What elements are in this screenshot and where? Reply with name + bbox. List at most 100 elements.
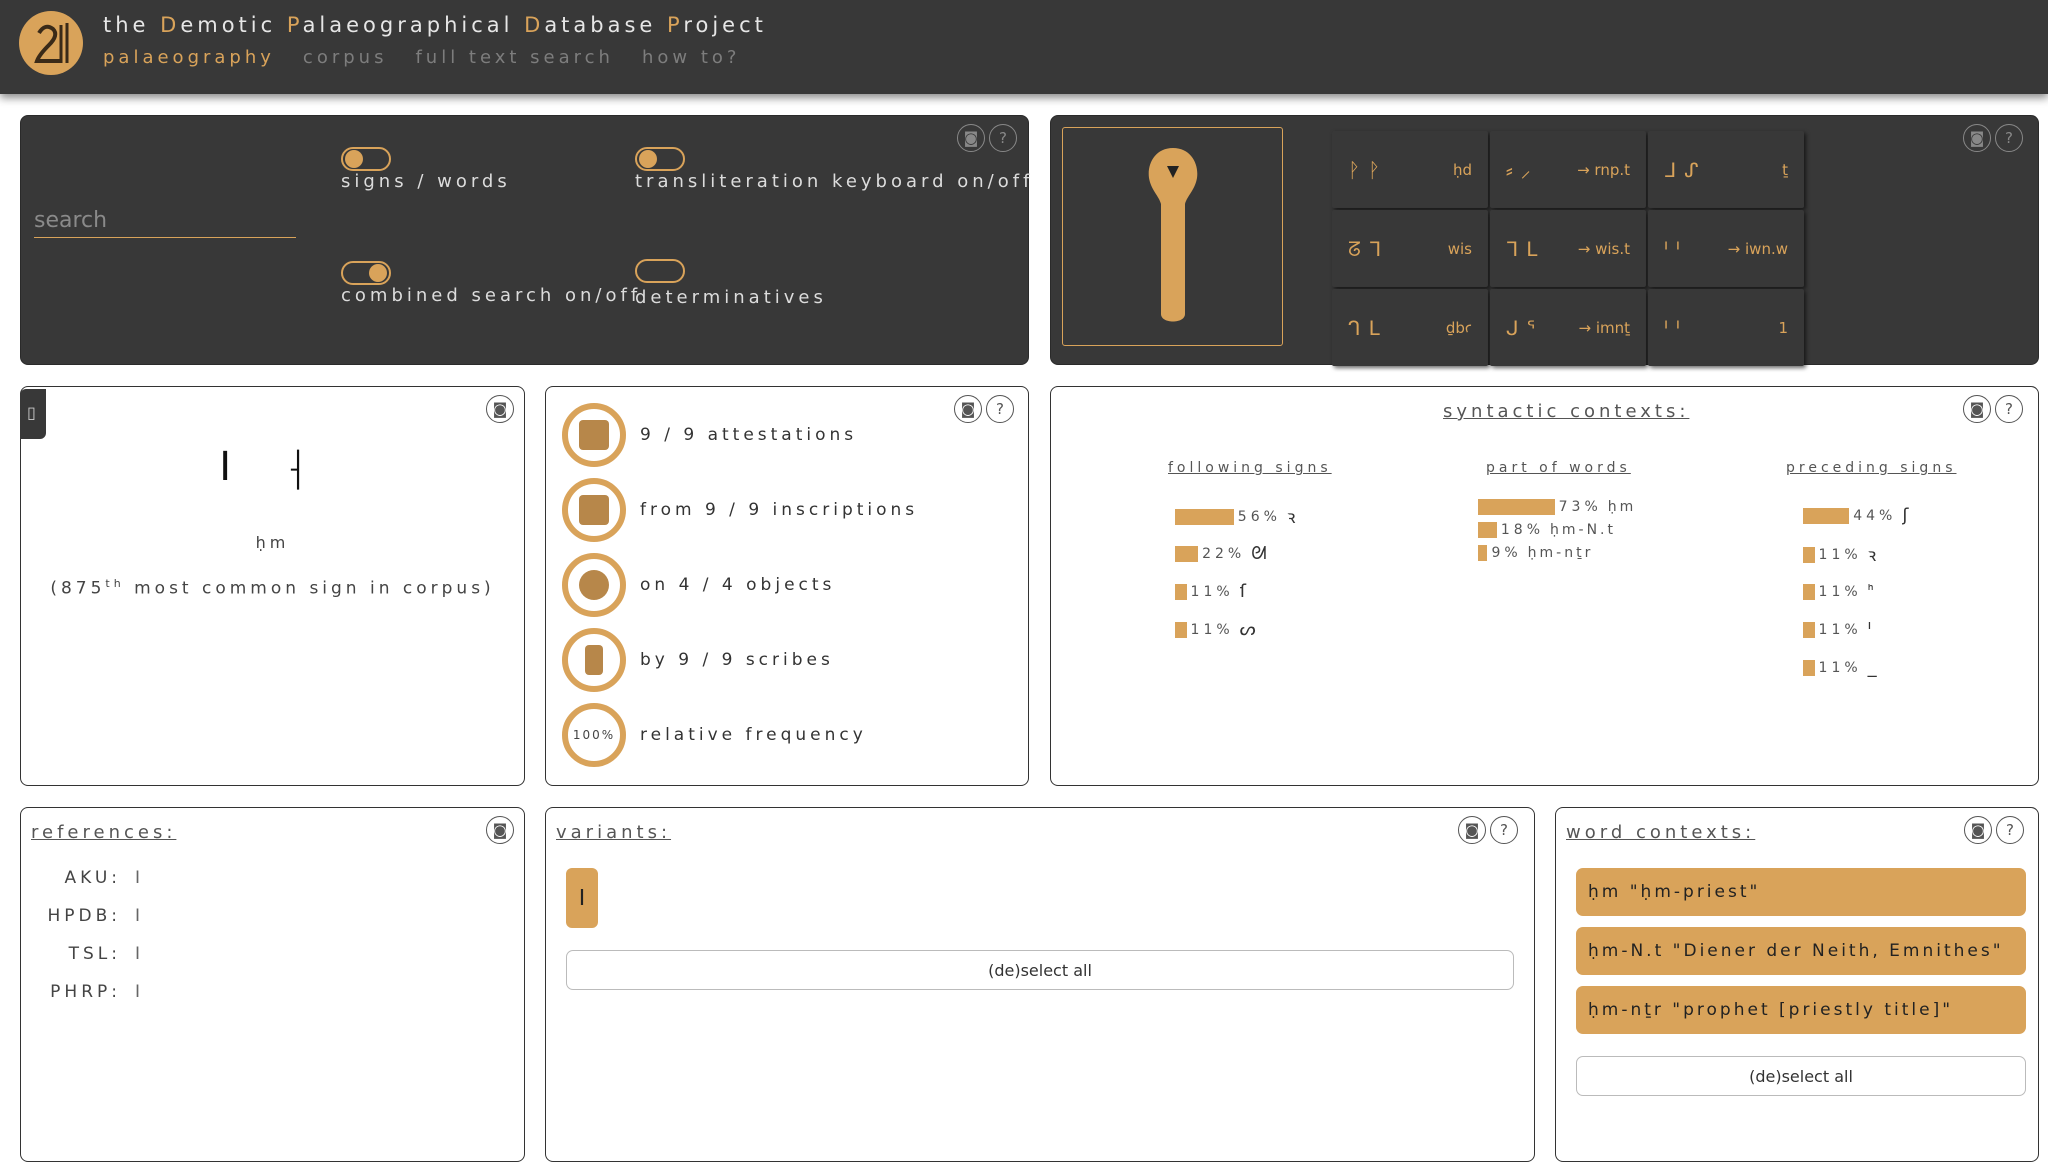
sign-glyphs: ᑊᑊ [1664,315,1688,340]
objects-icon [562,553,626,617]
part-of-words-title[interactable]: part of words [1486,460,1631,476]
search-input[interactable] [34,204,296,238]
title-part: atabase [544,13,668,37]
translit-keyboard-toggle[interactable] [635,147,685,171]
variants-panel: ◙ ? variants: ⵏ (de)select all [545,807,1535,1162]
reference-value[interactable]: ⵏ [135,944,144,964]
preceding-row[interactable]: 11% ᑊ [1803,619,1871,640]
sign-grid: ᚹᚹ ḥd ⸗⸝ → rnp.t ᒧᔑ ṯ ᘔᒣ wis ᒣᒪ → wis.t ᑊᑊ → iwn.w ᒉ… [1332,131,1804,366]
help-icon[interactable]: ? [1996,816,2024,844]
title-part: roject [683,13,767,37]
sign-grid-cell[interactable]: ᑊᑊ → iwn.w [1648,210,1804,287]
preceding-row[interactable]: 11% ᑋ [1803,581,1874,602]
syntactic-title: syntactic contexts: [1443,401,1690,422]
reference-value[interactable]: ⵏ [135,906,144,926]
reference-row: AKU: ⵏ [37,868,144,888]
word-context-item[interactable]: ḥm "ḥm-priest" [1576,868,2026,916]
nav-item-corpus[interactable]: corpus [303,47,388,68]
reference-key: AKU: [64,868,121,888]
sign-grid-cell[interactable]: ᒉᒪ ḏbꜥ [1332,289,1488,366]
reference-value[interactable]: ⵏ [135,982,144,1002]
preceding-row[interactable]: 11% ꝛ [1803,543,1876,567]
reference-row: PHRP: ⵏ [37,982,144,1002]
preceding-bar [1803,659,1815,676]
nav-item-how-to[interactable]: how to? [642,47,741,68]
sign-glyphs: ᑊᑊ [1664,236,1688,261]
preceding-pct: 11% [1818,583,1862,600]
sign-grid-cell[interactable]: ᒧᔑ ṯ [1648,131,1804,208]
preceding-row[interactable]: 11% _ [1803,657,1877,678]
following-bar [1175,545,1199,562]
determinatives-toggle[interactable] [635,259,685,283]
main-nav: palaeography corpus full text search how to… [103,47,768,68]
title-part: D [160,13,181,37]
preceding-row[interactable]: 44% ʃ [1803,505,1908,526]
camera-icon[interactable]: ◙ [957,124,985,152]
camera-icon[interactable]: ◙ [1963,395,1991,423]
stat-attestations[interactable]: 9 / 9 attestations [562,403,857,467]
words-bar [1478,545,1488,561]
words-row[interactable]: 73% ḥm [1478,499,1636,515]
following-pct: 11% [1190,583,1234,600]
preceding-glyph: _ [1867,657,1877,678]
header-bar: the Demotic Palaeographical Database Pro… [0,0,2048,94]
variants-deselect-button[interactable]: (de)select all [566,950,1514,990]
camera-icon[interactable]: ◙ [1458,816,1486,844]
sign-glyphs: ᘔᒣ [1348,236,1390,261]
attestations-icon [562,403,626,467]
frequency-ring: 100% [562,703,626,767]
words-row[interactable]: 9% ḥm-nṯr [1478,545,1593,561]
reference-key: HPDB: [47,906,121,926]
sign-selector-panel: ◙ ? ᚹᚹ ḥd ⸗⸝ → rnp.t ᒧᔑ ṯ ᘔᒣ wis ᒣᒪ → wis.t ᑊᑊ → iw… [1050,115,2039,366]
stat-scribes[interactable]: by 9 / 9 scribes [562,628,834,692]
stat-label: 9 / 9 attestations [640,425,858,445]
sign-grid-cell[interactable]: ᒣᒪ → wis.t [1490,210,1646,287]
camera-icon[interactable]: ◙ [486,395,514,423]
following-row[interactable]: 56% ꝛ [1175,505,1295,529]
help-icon[interactable]: ? [1995,395,2023,423]
preceding-signs-title[interactable]: preceding signs [1786,460,1956,476]
word-contexts-deselect-button[interactable]: (de)select all [1576,1056,2026,1096]
combined-search-toggle[interactable] [341,261,391,285]
following-row[interactable]: 11% ſ [1175,581,1246,602]
word-context-item[interactable]: ḥm-nṯr "prophet [priestly title]" [1576,986,2026,1034]
camera-icon[interactable]: ◙ [1964,816,1992,844]
camera-icon[interactable]: ◙ [486,816,514,844]
help-icon[interactable]: ? [1995,124,2023,152]
variant-item[interactable]: ⵏ [566,868,598,928]
preceding-bar [1803,583,1815,600]
word-context-item[interactable]: ḥm-N.t "Diener der Neith, Emnithes" [1576,927,2026,975]
words-row[interactable]: 18% ḥm-N.t [1478,522,1616,538]
following-signs-title[interactable]: following signs [1168,460,1332,476]
reference-row: TSL: ⵏ [37,944,144,964]
nav-item-full-text-search[interactable]: full text search [415,47,614,68]
nav-item-palaeography[interactable]: palaeography [103,47,275,68]
word-contexts-title: word contexts: [1566,822,1756,843]
help-icon[interactable]: ? [986,395,1014,423]
sign-grid-cell[interactable]: ᒍᕐ → imnṯ [1490,289,1646,366]
stat-inscriptions[interactable]: from 9 / 9 inscriptions [562,478,918,542]
following-row[interactable]: 11% ᔕ [1175,619,1256,640]
reference-value[interactable]: ⵏ [135,868,144,888]
camera-icon[interactable]: ◙ [954,395,982,423]
sign-grid-cell[interactable]: ⸗⸝ → rnp.t [1490,131,1646,208]
rank-sup: th [105,577,125,590]
stat-frequency[interactable]: 100% relative frequency [562,703,867,767]
sign-grid-cell[interactable]: ᑊᑊ 1 [1648,289,1804,366]
camera-icon[interactable]: ◙ [1963,124,1991,152]
following-row[interactable]: 22% ᘛ [1175,543,1267,564]
side-tab[interactable]: ▯ [20,389,46,439]
sign-grid-cell[interactable]: ᘔᒣ wis [1332,210,1488,287]
help-icon[interactable]: ? [1490,816,1518,844]
title-part: the [103,13,161,37]
sign-grid-cell[interactable]: ᚹᚹ ḥd [1332,131,1488,208]
words-pct: 18% [1500,522,1545,538]
determinatives-label: determinatives [635,287,827,308]
words-pct: 73% [1558,499,1602,515]
stat-objects[interactable]: on 4 / 4 objects [562,553,835,617]
help-icon[interactable]: ? [989,124,1017,152]
following-glyph: ſ [1239,581,1247,602]
signs-words-toggle[interactable] [341,147,391,171]
title-part: P [667,13,684,37]
logo[interactable] [19,11,83,75]
